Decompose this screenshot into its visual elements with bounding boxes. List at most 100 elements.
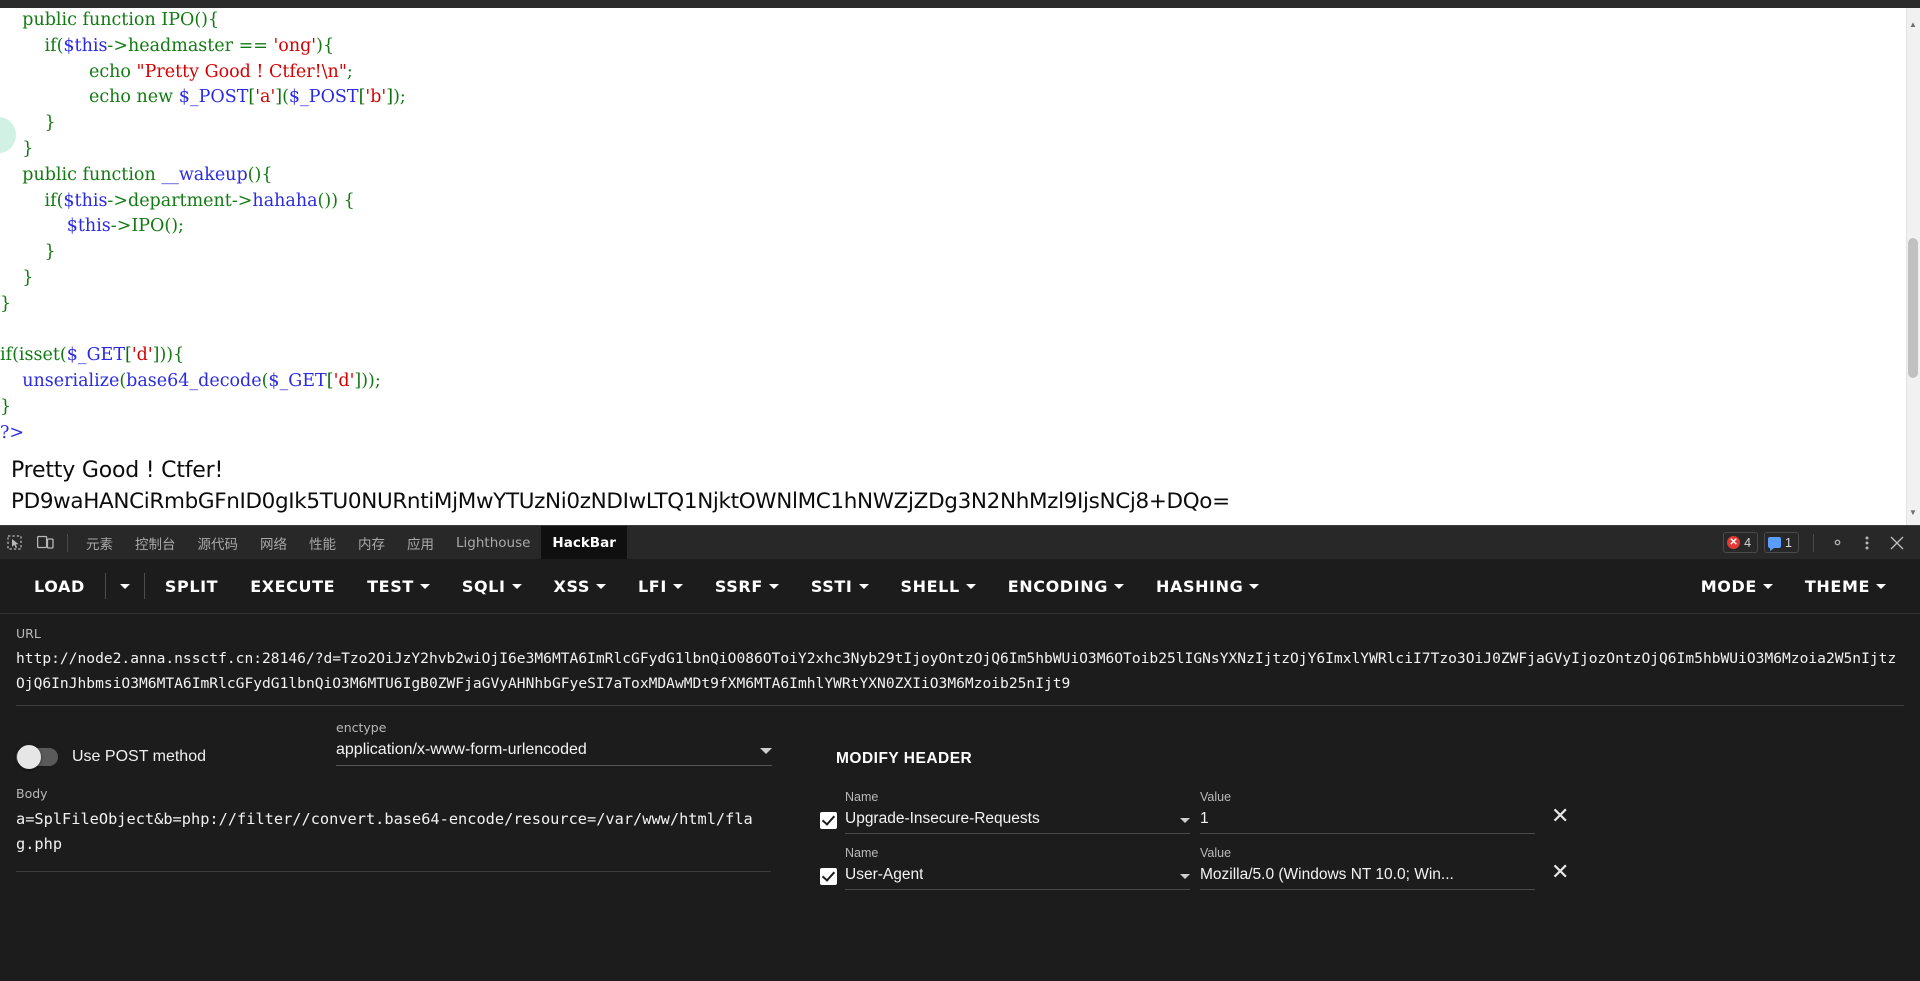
- page-scrollbar[interactable]: ▲ ▼: [1906, 8, 1920, 525]
- chevron-down-icon: [596, 583, 607, 589]
- gear-icon[interactable]: [1822, 526, 1852, 560]
- scroll-down-arrow-icon[interactable]: ▼: [1906, 506, 1920, 520]
- code-token: ]));: [354, 371, 381, 392]
- page-top-strip: [0, 0, 1920, 8]
- code-token: echo new: [0, 87, 179, 108]
- error-count-badge[interactable]: ✕ 4: [1723, 532, 1759, 553]
- code-token: ?>: [0, 422, 25, 443]
- split-label: SPLIT: [164, 576, 219, 596]
- scroll-up-arrow-icon[interactable]: ▲: [1906, 18, 1920, 32]
- code-token: $this: [63, 190, 108, 211]
- modify-header-button[interactable]: MODIFY HEADER: [820, 740, 988, 778]
- kebab-menu-icon[interactable]: [1852, 526, 1882, 560]
- body-field: Body a=SplFileObject&b=php://filter//con…: [16, 786, 806, 872]
- code-token: }: [0, 293, 12, 314]
- code-token: (: [282, 87, 289, 108]
- header-value-label: Value: [1200, 789, 1232, 804]
- header-enabled-checkbox[interactable]: [820, 867, 837, 885]
- load-button[interactable]: LOAD: [18, 568, 101, 604]
- code-token: if(isset(: [0, 345, 67, 366]
- code-token: }: [0, 396, 12, 417]
- code-token: ->headmaster ==: [107, 35, 274, 56]
- device-toolbar-icon[interactable]: [30, 526, 60, 560]
- header-value-input[interactable]: 1: [1200, 810, 1535, 834]
- code-line: if($this->department->hahaha()) {: [0, 189, 1890, 215]
- encoding-menu[interactable]: ENCODING: [992, 568, 1140, 604]
- lfi-label: LFI: [638, 576, 667, 596]
- code-token: (){: [247, 164, 273, 185]
- url-field-label: URL: [16, 626, 41, 641]
- code-token: );: [393, 87, 406, 108]
- split-button[interactable]: SPLIT: [149, 568, 234, 604]
- lfi-menu[interactable]: LFI: [622, 568, 699, 604]
- test-label: TEST: [367, 576, 414, 596]
- tab-sources[interactable]: 源代码: [187, 526, 250, 560]
- remove-header-icon[interactable]: ✕: [1551, 861, 1569, 884]
- ssti-menu[interactable]: SSTI: [795, 568, 885, 604]
- tab-elements[interactable]: 元素: [75, 526, 124, 560]
- tab-application[interactable]: 应用: [396, 526, 445, 560]
- load-dropdown-button[interactable]: [110, 568, 140, 604]
- code-line: }: [0, 137, 1890, 163]
- tab-performance[interactable]: 性能: [298, 526, 347, 560]
- execute-button[interactable]: EXECUTE: [234, 568, 351, 604]
- enctype-label: enctype: [336, 719, 387, 735]
- tab-hackbar[interactable]: HackBar: [541, 525, 627, 560]
- tab-console[interactable]: 控制台: [124, 526, 187, 560]
- header-value-input[interactable]: Mozilla/5.0 (Windows NT 10.0; Win...: [1200, 866, 1535, 890]
- page-output-base64: PD9waHANCiRmbGFnID0gIk5TU0NURntiMjMwYTUz…: [11, 489, 1230, 514]
- theme-menu[interactable]: THEME: [1789, 568, 1902, 604]
- code-token: 'b': [365, 87, 387, 108]
- enctype-field: enctype application/x-www-form-urlencode…: [336, 720, 772, 766]
- remove-header-icon[interactable]: ✕: [1551, 805, 1569, 828]
- devtools-status-area: ✕ 4 1: [1723, 526, 1920, 560]
- code-line: if(isset($_GET['d'])){: [0, 343, 1890, 369]
- inspect-element-icon[interactable]: [0, 526, 30, 560]
- enctype-select[interactable]: application/x-www-form-urlencoded: [336, 741, 772, 766]
- url-input[interactable]: http://node2.anna.nssctf.cn:28146/?d=Tzo…: [16, 647, 1904, 705]
- hackbar-panel: LOAD SPLIT EXECUTE TEST SQLI XSS LFI SSR…: [0, 559, 1920, 981]
- shell-menu[interactable]: SHELL: [885, 568, 992, 604]
- hackbar-left-column: Use POST method enctype application/x-ww…: [16, 720, 806, 892]
- code-line: unserialize(base64_decode($_GET['d']));: [0, 369, 1890, 395]
- chevron-down-icon: [1762, 583, 1773, 589]
- code-token: $_POST: [288, 87, 359, 108]
- code-line: public function IPO(){: [0, 8, 1890, 34]
- tab-memory[interactable]: 内存: [347, 526, 396, 560]
- header-name-input[interactable]: Upgrade-Insecure-Requests: [845, 810, 1190, 834]
- code-token: }: [0, 113, 56, 134]
- message-count: 1: [1785, 535, 1792, 550]
- code-token: $_GET: [268, 371, 327, 392]
- code-token: unserialize: [22, 371, 120, 392]
- code-token: __wakeup: [161, 164, 248, 185]
- test-menu[interactable]: TEST: [351, 568, 446, 604]
- mode-menu[interactable]: MODE: [1685, 568, 1789, 604]
- load-label: LOAD: [34, 576, 85, 596]
- code-token: 'a': [255, 87, 276, 108]
- chevron-down-icon: [760, 747, 772, 754]
- tab-network[interactable]: 网络: [249, 526, 298, 560]
- chevron-down-icon: [511, 583, 522, 589]
- code-token: }: [0, 138, 34, 159]
- header-name-input[interactable]: User-Agent: [845, 866, 1190, 890]
- sqli-menu[interactable]: SQLI: [446, 568, 538, 604]
- ssrf-menu[interactable]: SSRF: [699, 568, 795, 604]
- page-scrollbar-thumb[interactable]: [1908, 238, 1918, 378]
- header-enabled-checkbox[interactable]: [820, 811, 837, 829]
- hashing-menu[interactable]: HASHING: [1140, 568, 1275, 604]
- code-line: $this->IPO();: [0, 214, 1890, 240]
- url-input-underline: [16, 704, 1904, 706]
- theme-label: THEME: [1804, 576, 1870, 596]
- chevron-down-icon: [119, 583, 130, 589]
- message-count-badge[interactable]: 1: [1764, 532, 1799, 553]
- header-value-cell: Value Mozilla/5.0 (Windows NT 10.0; Win.…: [1190, 846, 1535, 890]
- use-post-toggle[interactable]: [16, 744, 58, 769]
- tab-lighthouse[interactable]: Lighthouse: [445, 526, 541, 560]
- xss-menu[interactable]: XSS: [538, 568, 622, 604]
- body-textarea[interactable]: a=SplFileObject&b=php://filter//convert.…: [16, 807, 771, 863]
- close-icon[interactable]: [1882, 526, 1912, 560]
- code-token: }: [0, 267, 34, 288]
